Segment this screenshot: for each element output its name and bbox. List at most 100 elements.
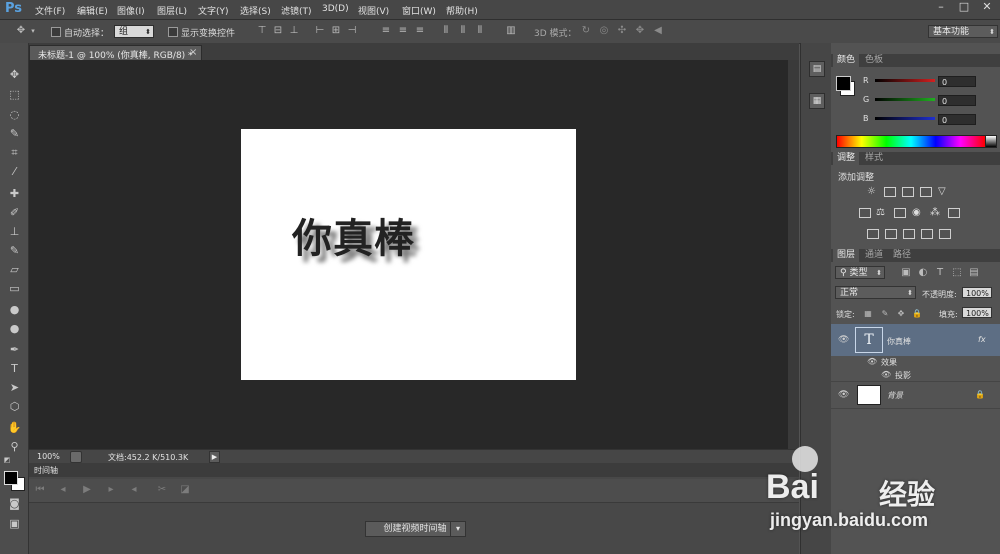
auto-align-icon[interactable]: ▥	[505, 25, 517, 37]
foreground-color-swatch[interactable]	[4, 471, 18, 485]
close-icon[interactable]: ×	[189, 47, 197, 58]
chevron-down-icon[interactable]: ▾	[29, 25, 37, 37]
menu-type[interactable]: 文字(Y)	[198, 4, 229, 17]
tab-paths[interactable]: 路径	[889, 249, 915, 262]
screen-mode-icon[interactable]: ▣	[6, 515, 23, 532]
grayscale-ramp[interactable]	[985, 135, 997, 148]
menu-window[interactable]: 窗口(W)	[402, 4, 436, 17]
lock-transparent-icon[interactable]: ▦	[863, 308, 873, 320]
properties-panel-icon[interactable]: ▦	[809, 93, 825, 109]
brush-tool-icon[interactable]: ✐	[6, 204, 23, 221]
dodge-tool-icon[interactable]: ●	[6, 320, 23, 337]
channel-r-value[interactable]: 0	[938, 76, 976, 87]
channel-g-slider[interactable]	[875, 98, 935, 101]
pen-tool-icon[interactable]: ✒	[6, 341, 23, 358]
lock-image-icon[interactable]: ✎	[880, 308, 890, 320]
first-frame-icon[interactable]: ⏮	[35, 484, 45, 496]
color-lookup-icon[interactable]	[948, 208, 960, 218]
gradient-map-icon[interactable]	[921, 229, 933, 239]
tab-layers[interactable]: 图层	[833, 249, 860, 262]
play-icon[interactable]: ▶	[82, 484, 92, 496]
channel-mixer-icon[interactable]: ⁂	[930, 208, 942, 218]
filter-shape-icon[interactable]: ⬚	[951, 267, 963, 279]
show-transform-checkbox[interactable]	[168, 27, 178, 37]
3d-scale-icon[interactable]: ◀	[652, 25, 664, 37]
distribute-top-icon[interactable]: ≡	[380, 25, 392, 37]
black-white-icon[interactable]	[894, 208, 906, 218]
auto-select-checkbox[interactable]	[51, 27, 61, 37]
export-icon[interactable]	[70, 451, 82, 463]
menu-help[interactable]: 帮助(H)	[446, 4, 478, 17]
document-tab[interactable]: 未标题-1 @ 100% (你真棒, RGB/8) * ×	[29, 45, 202, 61]
close-window-button[interactable]: ✕	[976, 0, 998, 14]
3d-roll-icon[interactable]: ◎	[598, 25, 610, 37]
distribute-left-icon[interactable]: ⦀	[440, 25, 452, 37]
color-balance-icon[interactable]: ⚖	[876, 208, 888, 218]
menu-edit[interactable]: 编辑(E)	[77, 4, 108, 17]
distribute-right-icon[interactable]: ⦀	[474, 25, 486, 37]
color-spectrum-bar[interactable]	[836, 135, 986, 148]
threshold-icon[interactable]	[903, 229, 915, 239]
quick-select-tool-icon[interactable]: ✎	[6, 125, 23, 142]
hand-tool-icon[interactable]: ✋	[6, 419, 23, 436]
fx-icon[interactable]: fx	[978, 335, 986, 344]
channel-b-slider[interactable]	[875, 117, 935, 120]
marquee-tool-icon[interactable]: ⬚	[6, 86, 23, 103]
hue-saturation-icon[interactable]	[859, 208, 871, 218]
distribute-hcenter-icon[interactable]: ⦀	[457, 25, 469, 37]
brightness-icon[interactable]: ☼	[867, 187, 879, 197]
filter-smart-icon[interactable]: ▤	[968, 267, 980, 279]
vibrance-icon[interactable]: ▽	[938, 187, 950, 197]
path-select-tool-icon[interactable]: ➤	[6, 379, 23, 396]
align-top-icon[interactable]: ⊤	[256, 25, 268, 37]
clone-stamp-tool-icon[interactable]: ⊥	[6, 223, 23, 240]
eye-icon[interactable]: 👁	[867, 357, 877, 366]
distribute-bottom-icon[interactable]: ≡	[414, 25, 426, 37]
default-colors-icon[interactable]: ◩	[2, 455, 12, 465]
tab-adjustments[interactable]: 调整	[833, 152, 860, 165]
quick-mask-icon[interactable]: ◙	[6, 495, 23, 512]
eyedropper-tool-icon[interactable]: ⁄	[6, 163, 23, 180]
move-tool-icon[interactable]: ✥	[6, 66, 23, 83]
fill-field[interactable]: 100%	[962, 307, 992, 318]
history-panel-icon[interactable]: ▤	[809, 61, 825, 77]
zoom-level[interactable]: 100%	[37, 452, 60, 461]
align-right-icon[interactable]: ⊣	[346, 25, 358, 37]
align-bottom-icon[interactable]: ⊥	[288, 25, 300, 37]
lasso-tool-icon[interactable]: ◌	[6, 106, 23, 123]
levels-icon[interactable]	[884, 187, 896, 197]
chevron-down-icon[interactable]: ▾	[450, 521, 466, 537]
status-menu-arrow-icon[interactable]: ▶	[209, 451, 220, 463]
menu-select[interactable]: 选择(S)	[240, 4, 271, 17]
opacity-field[interactable]: 100%	[962, 287, 992, 298]
layer-row-text[interactable]: 👁 T 你真棒 fx	[831, 324, 1000, 357]
layer-effect-drop-shadow[interactable]: 👁 投影	[831, 369, 1000, 382]
menu-3d[interactable]: 3D(D)	[322, 4, 349, 14]
menu-file[interactable]: 文件(F)	[35, 4, 65, 17]
menu-image[interactable]: 图像(I)	[117, 4, 145, 17]
vertical-scrollbar[interactable]	[788, 60, 799, 449]
3d-pan-icon[interactable]: ✣	[616, 25, 628, 37]
layer-effects-row[interactable]: 👁 效果	[831, 356, 1000, 368]
tab-channels[interactable]: 通道	[861, 249, 887, 262]
restore-button[interactable]: □	[953, 0, 975, 14]
eye-icon[interactable]: 👁	[838, 390, 849, 400]
curves-icon[interactable]	[902, 187, 914, 197]
audio-icon[interactable]: ◂	[129, 484, 139, 496]
tab-styles[interactable]: 样式	[861, 152, 887, 165]
foreground-color-swatch[interactable]	[836, 76, 851, 91]
filter-type-icon[interactable]: T	[934, 267, 946, 279]
3d-rotate-icon[interactable]: ↻	[580, 25, 592, 37]
eye-icon[interactable]: 👁	[838, 335, 849, 345]
transition-icon[interactable]: ◪	[180, 484, 190, 496]
gradient-tool-icon[interactable]: ▭	[6, 280, 23, 297]
posterize-icon[interactable]	[885, 229, 897, 239]
blur-tool-icon[interactable]: ●	[6, 301, 23, 318]
align-left-icon[interactable]: ⊢	[314, 25, 326, 37]
align-hcenter-icon[interactable]: ⊞	[330, 25, 342, 37]
prev-frame-icon[interactable]: ◂	[58, 484, 68, 496]
invert-icon[interactable]	[867, 229, 879, 239]
eraser-tool-icon[interactable]: ▱	[6, 261, 23, 278]
channel-g-value[interactable]: 0	[938, 95, 976, 106]
photo-filter-icon[interactable]: ◉	[912, 208, 924, 218]
